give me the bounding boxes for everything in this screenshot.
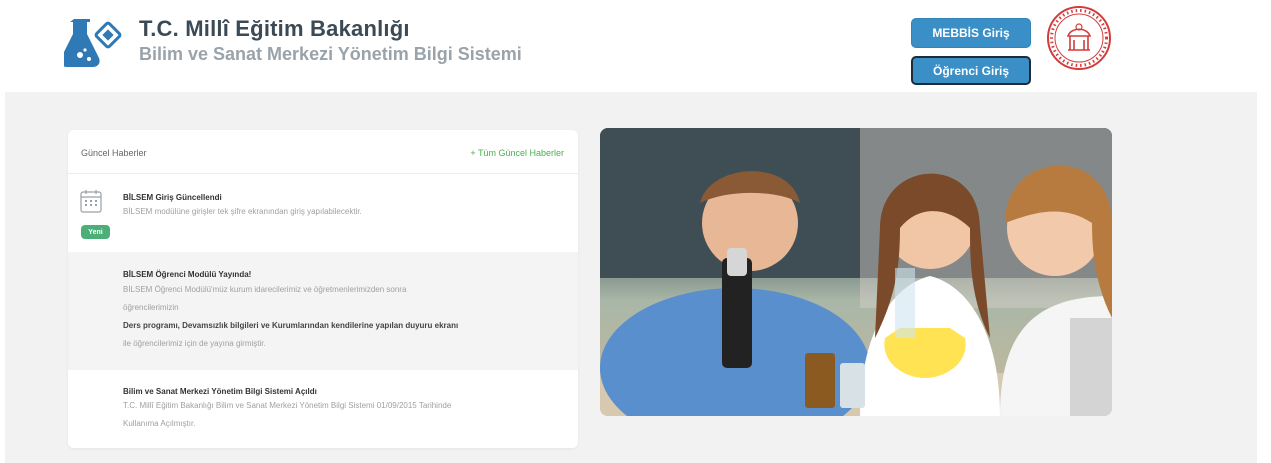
news-header-title: Güncel Haberler [81,148,147,158]
page-title: T.C. Millî Eğitim Bakanlığı [139,16,410,41]
news-header: Güncel Haberler + Tüm Güncel Haberler [68,130,578,174]
children-science-illustration [600,128,1112,416]
news-item[interactable]: Bilim ve Sanat Merkezi Yönetim Bilgi Sis… [68,370,578,448]
student-login-button[interactable]: Öğrenci Giriş [911,56,1031,85]
news-item-text-bold: Ders programı, Devamsızlık bilgileri ve … [123,321,459,330]
news-item-text-line: ile öğrencilerimiz için de yayına girmiş… [123,339,266,348]
news-item-text: BİLSEM modülüne girişler tek şifre ekran… [123,207,362,216]
new-badge: Yeni [81,225,110,239]
news-item[interactable]: BİLSEM Öğrenci Modülü Yayında! BİLSEM Öğ… [68,252,578,370]
news-item-text-line: öğrencilerimizin [123,303,179,312]
news-item-text: BİLSEM Öğrenci Modülü'müz kurum idarecil… [123,281,563,353]
site-header: T.C. Millî Eğitim Bakanlığı Bilim ve San… [0,0,1271,92]
news-card: Güncel Haberler + Tüm Güncel Haberler Ye… [68,130,578,448]
page-subtitle: Bilim ve Sanat Merkezi Yönetim Bilgi Sis… [139,44,522,64]
hero-image [600,128,1112,416]
news-item-title: BİLSEM Giriş Güncellendi [123,193,222,202]
news-item-text: T.C. Millî Eğitim Bakanlığı Bilim ve San… [123,397,563,433]
news-item-text-line: Kullanıma Açılmıştır. [123,419,196,428]
ministry-seal-icon [1047,6,1111,70]
all-news-link[interactable]: + Tüm Güncel Haberler [470,148,564,158]
news-item-text-line: BİLSEM Öğrenci Modülü'müz kurum idarecil… [123,285,407,294]
news-item[interactable]: Yeni BİLSEM Giriş Güncellendi BİLSEM mod… [68,174,578,252]
news-item-text-line: T.C. Millî Eğitim Bakanlığı Bilim ve San… [123,401,452,410]
news-item-title: BİLSEM Öğrenci Modülü Yayında! [123,270,252,279]
news-item-title: Bilim ve Sanat Merkezi Yönetim Bilgi Sis… [123,387,317,396]
lab-flask-logo-icon [64,19,122,67]
calendar-icon [80,190,102,213]
mebbis-login-button[interactable]: MEBBİS Giriş [911,18,1031,48]
